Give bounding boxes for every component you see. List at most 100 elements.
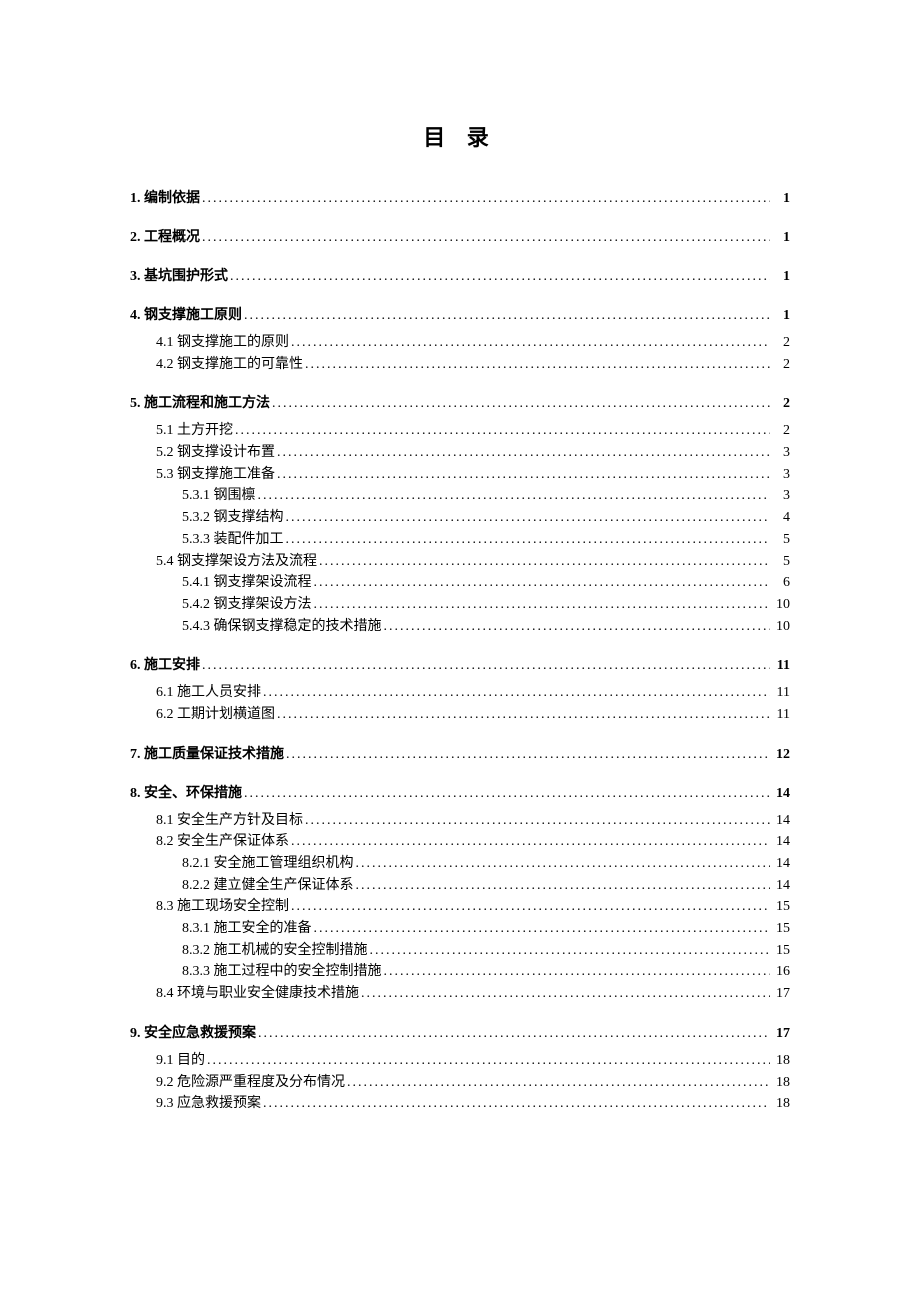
toc-entry-page: 14 xyxy=(772,783,790,804)
toc-entry-page: 2 xyxy=(772,393,790,414)
toc-entry[interactable]: 5.4.1 钢支撑架设流程 6 xyxy=(130,572,790,594)
toc-entry[interactable]: 5.3.3 装配件加工 5 xyxy=(130,529,790,551)
toc-entry-dots xyxy=(277,442,770,464)
toc-entry-page: 17 xyxy=(772,983,790,1005)
toc-entry-label: 4. 钢支撑施工原则 xyxy=(130,305,242,326)
toc-entry-page: 11 xyxy=(772,682,790,704)
toc-entry[interactable]: 9.2 危险源严重程度及分布情况 18 xyxy=(130,1072,790,1094)
toc-entry-dots xyxy=(207,1050,770,1072)
toc-entry-label: 8. 安全、环保措施 xyxy=(130,783,242,804)
toc-entry[interactable]: 5.3.2 钢支撑结构 4 xyxy=(130,507,790,529)
toc-entry-label: 5.4.1 钢支撑架设流程 xyxy=(182,572,312,594)
toc-entry-dots xyxy=(291,831,770,853)
toc-entry-label: 8.4 环境与职业安全健康技术措施 xyxy=(156,983,359,1005)
toc-entry[interactable]: 5.2 钢支撑设计布置 3 xyxy=(130,442,790,464)
toc-entry[interactable]: 9.1 目的 18 xyxy=(130,1050,790,1072)
toc-entry-page: 15 xyxy=(772,896,790,918)
toc-entry[interactable]: 8.2 安全生产保证体系 14 xyxy=(130,831,790,853)
toc-entry-label: 5.3.1 钢围檩 xyxy=(182,485,256,507)
toc-entry-page: 3 xyxy=(772,485,790,507)
toc-entry[interactable]: 5.1 土方开挖 2 xyxy=(130,420,790,442)
toc-entry-label: 5.3 钢支撑施工准备 xyxy=(156,464,275,486)
toc-entry[interactable]: 7. 施工质量保证技术措施 12 xyxy=(130,744,790,765)
toc-entry-label: 4.1 钢支撑施工的原则 xyxy=(156,332,289,354)
toc-entry-dots xyxy=(314,918,771,940)
toc-entry-label: 5.3.3 装配件加工 xyxy=(182,529,284,551)
toc-entry[interactable]: 4.1 钢支撑施工的原则 2 xyxy=(130,332,790,354)
toc-entry-dots xyxy=(263,1093,770,1115)
toc-entry-label: 8.3.3 施工过程中的安全控制措施 xyxy=(182,961,382,983)
toc-entry-page: 6 xyxy=(772,572,790,594)
toc-entry-label: 6.2 工期计划横道图 xyxy=(156,704,275,726)
toc-entry[interactable]: 2. 工程概况 1 xyxy=(130,227,790,248)
toc-entry-label: 5.4 钢支撑架设方法及流程 xyxy=(156,551,317,573)
toc-entry-page: 12 xyxy=(772,744,790,765)
toc-entry-page: 11 xyxy=(772,655,790,676)
toc-entry[interactable]: 3. 基坑围护形式 1 xyxy=(130,266,790,287)
toc-entry-page: 17 xyxy=(772,1023,790,1044)
toc-entry-dots xyxy=(314,572,771,594)
toc-entry[interactable]: 6.2 工期计划横道图 11 xyxy=(130,704,790,726)
toc-entry-label: 3. 基坑围护形式 xyxy=(130,266,228,287)
toc-entry[interactable]: 8.3.2 施工机械的安全控制措施 15 xyxy=(130,940,790,962)
toc-entry-dots xyxy=(305,810,770,832)
toc-entry[interactable]: 8.4 环境与职业安全健康技术措施 17 xyxy=(130,983,790,1005)
toc-entry-page: 11 xyxy=(772,704,790,726)
toc-entry[interactable]: 8.3 施工现场安全控制 15 xyxy=(130,896,790,918)
toc-entry-label: 5.4.3 确保钢支撑稳定的技术措施 xyxy=(182,616,382,638)
toc-entry-dots xyxy=(286,529,771,551)
toc-entry-page: 2 xyxy=(772,354,790,376)
toc-entry-dots xyxy=(244,305,770,326)
toc-entry[interactable]: 8.2.2 建立健全生产保证体系 14 xyxy=(130,875,790,897)
toc-entry[interactable]: 4. 钢支撑施工原则 1 xyxy=(130,305,790,326)
toc-entry-label: 5.1 土方开挖 xyxy=(156,420,233,442)
toc-entry-dots xyxy=(291,896,770,918)
toc-entry-label: 8.1 安全生产方针及目标 xyxy=(156,810,303,832)
toc-entry-label: 5.2 钢支撑设计布置 xyxy=(156,442,275,464)
toc-entry-label: 8.3.2 施工机械的安全控制措施 xyxy=(182,940,368,962)
toc-entry[interactable]: 9.3 应急救援预案 18 xyxy=(130,1093,790,1115)
toc-entry-dots xyxy=(347,1072,770,1094)
toc-entry-dots xyxy=(291,332,770,354)
toc-entry[interactable]: 8.3.3 施工过程中的安全控制措施 16 xyxy=(130,961,790,983)
toc-entry-label: 5.4.2 钢支撑架设方法 xyxy=(182,594,312,616)
toc-entry-page: 14 xyxy=(772,831,790,853)
toc-entry[interactable]: 6. 施工安排 11 xyxy=(130,655,790,676)
toc-entry-page: 10 xyxy=(772,616,790,638)
toc-entry-label: 6. 施工安排 xyxy=(130,655,200,676)
toc-entry-dots xyxy=(356,853,771,875)
toc-entry[interactable]: 8.1 安全生产方针及目标 14 xyxy=(130,810,790,832)
toc-entry-dots xyxy=(277,464,770,486)
toc-entry-page: 15 xyxy=(772,918,790,940)
toc-entry[interactable]: 6.1 施工人员安排 11 xyxy=(130,682,790,704)
toc-entry-dots xyxy=(286,744,770,765)
toc-entry[interactable]: 9. 安全应急救援预案 17 xyxy=(130,1023,790,1044)
toc-entry[interactable]: 1. 编制依据 1 xyxy=(130,188,790,209)
toc-entry-dots xyxy=(258,1023,770,1044)
toc-entry[interactable]: 8.2.1 安全施工管理组织机构 14 xyxy=(130,853,790,875)
toc-entry[interactable]: 5.4.3 确保钢支撑稳定的技术措施 10 xyxy=(130,616,790,638)
toc-entry[interactable]: 5.3.1 钢围檩 3 xyxy=(130,485,790,507)
toc-entry-dots xyxy=(384,616,771,638)
toc-entry-label: 5. 施工流程和施工方法 xyxy=(130,393,270,414)
toc-entry[interactable]: 4.2 钢支撑施工的可靠性 2 xyxy=(130,354,790,376)
toc-entry[interactable]: 8. 安全、环保措施 14 xyxy=(130,783,790,804)
toc-entry-page: 1 xyxy=(772,266,790,287)
toc-entry-dots xyxy=(314,594,771,616)
toc-entry-label: 8.2.2 建立健全生产保证体系 xyxy=(182,875,354,897)
table-of-contents: 1. 编制依据 1 2. 工程概况 1 3. 基坑围护形式 1 4. 钢支撑施工原则 … xyxy=(130,188,790,1115)
toc-entry-dots xyxy=(356,875,771,897)
toc-entry-label: 8.3 施工现场安全控制 xyxy=(156,896,289,918)
toc-entry[interactable]: 8.3.1 施工安全的准备 15 xyxy=(130,918,790,940)
toc-entry-label: 8.3.1 施工安全的准备 xyxy=(182,918,312,940)
toc-entry-dots xyxy=(370,940,771,962)
toc-entry-dots xyxy=(202,188,770,209)
toc-entry[interactable]: 5.4.2 钢支撑架设方法 10 xyxy=(130,594,790,616)
toc-entry[interactable]: 5. 施工流程和施工方法 2 xyxy=(130,393,790,414)
toc-entry-label: 6.1 施工人员安排 xyxy=(156,682,261,704)
toc-entry[interactable]: 5.4 钢支撑架设方法及流程 5 xyxy=(130,551,790,573)
toc-entry-dots xyxy=(384,961,771,983)
toc-entry[interactable]: 5.3 钢支撑施工准备 3 xyxy=(130,464,790,486)
toc-entry-page: 15 xyxy=(772,940,790,962)
toc-entry-page: 14 xyxy=(772,875,790,897)
